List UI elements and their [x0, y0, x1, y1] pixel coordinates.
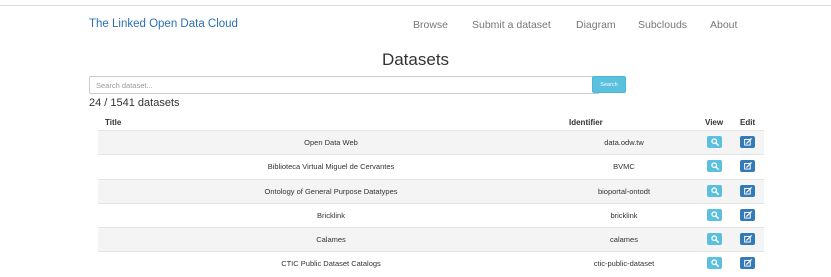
edit-button[interactable]: [740, 257, 755, 270]
edit-icon: [743, 259, 752, 268]
dataset-identifier: bricklink: [610, 210, 638, 220]
search-icon: [710, 186, 719, 195]
view-button[interactable]: [707, 257, 722, 270]
dataset-identifier: bioportal-ontodt: [597, 186, 651, 196]
nav-diagram[interactable]: Diagram: [576, 19, 616, 31]
dataset-identifier: calames: [610, 235, 638, 245]
dataset-title: CTIC Public Dataset Catalogs: [281, 259, 381, 269]
search-icon: [710, 235, 719, 244]
dataset-identifier: data.odw.tw: [604, 138, 644, 147]
dataset-identifier: ctic-public-dataset: [593, 259, 655, 269]
page-title: Datasets: [381, 50, 450, 69]
table-row: Open Data Web data.odw.tw: [98, 130, 764, 155]
search-input[interactable]: [89, 76, 600, 94]
nav-about[interactable]: About: [710, 19, 737, 31]
view-button[interactable]: [707, 136, 722, 148]
view-button[interactable]: [707, 160, 722, 173]
edit-icon: [743, 211, 752, 219]
nav-browse[interactable]: Browse: [413, 19, 448, 31]
search-icon: [710, 138, 719, 146]
column-header-identifier: Identifier: [569, 118, 603, 127]
edit-button[interactable]: [740, 136, 755, 148]
search-icon: [710, 211, 719, 219]
table-row: Biblioteca Virtual Miguel de Cervantes B…: [98, 154, 764, 178]
edit-button[interactable]: [740, 160, 755, 173]
view-button[interactable]: [707, 184, 722, 197]
navbar: The Linked Open Data Cloud Browse Submit…: [0, 6, 831, 44]
table-row: Ontology of General Purpose Datatypes bi…: [98, 178, 764, 203]
nav-subclouds[interactable]: Subclouds: [638, 19, 687, 31]
column-header-title: Title: [105, 118, 122, 127]
search-button[interactable]: Search: [592, 76, 626, 93]
edit-icon: [743, 162, 752, 170]
edit-button[interactable]: [740, 208, 755, 221]
view-button[interactable]: [707, 233, 722, 246]
edit-icon: [743, 235, 752, 243]
table-row: Bricklink bricklink: [98, 202, 764, 227]
edit-button[interactable]: [740, 184, 755, 197]
brand-link[interactable]: The Linked Open Data Cloud: [89, 18, 238, 30]
edit-icon: [743, 138, 752, 146]
column-header-view: View: [705, 118, 724, 127]
nav-submit-dataset[interactable]: Submit a dataset: [472, 19, 551, 31]
edit-button[interactable]: [740, 233, 755, 246]
view-button[interactable]: [707, 208, 722, 221]
dataset-title: Ontology of General Purpose Datatypes: [264, 186, 398, 196]
dataset-count: 24 / 1541 datasets: [89, 97, 180, 109]
table-row: Calames calames: [98, 227, 764, 252]
edit-icon: [743, 186, 752, 195]
column-header-edit: Edit: [740, 118, 756, 127]
dataset-title: Bricklink: [317, 210, 345, 220]
datasets-table: Open Data Web data.odw.tw Biblioteca Vir…: [98, 130, 764, 276]
search-icon: [710, 162, 719, 171]
dataset-title: Calames: [316, 235, 346, 245]
dataset-title: Open Data Web: [304, 138, 358, 147]
dataset-title: Biblioteca Virtual Miguel de Cervantes: [267, 162, 395, 172]
search-icon: [710, 259, 719, 268]
dataset-identifier: BVMC: [613, 162, 635, 172]
table-row: CTIC Public Dataset Catalogs ctic-public…: [98, 251, 764, 275]
